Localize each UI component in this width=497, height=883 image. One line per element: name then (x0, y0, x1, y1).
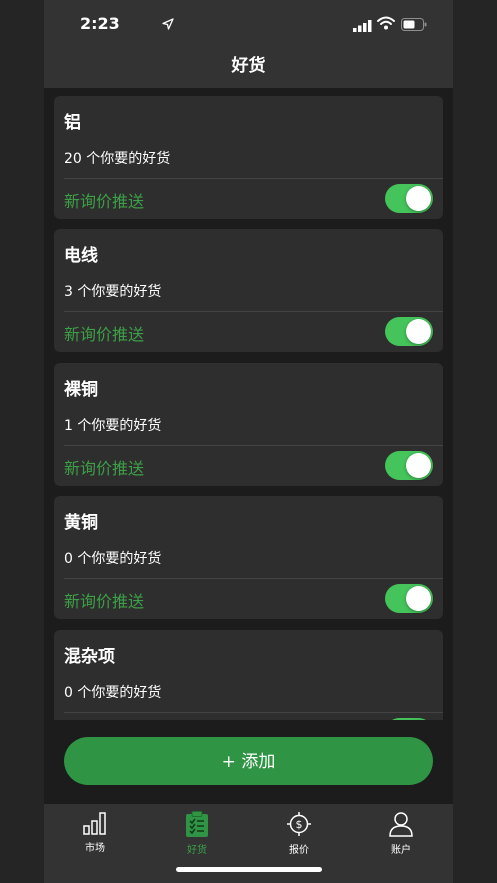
divider (64, 712, 443, 713)
card-title: 混杂项 (64, 647, 115, 667)
signal-icon (353, 17, 373, 36)
page-title: 好货 (44, 46, 453, 88)
home-indicator (176, 867, 322, 872)
toggle-knob (406, 586, 431, 611)
person-icon (389, 812, 413, 837)
card-mixed[interactable]: 混杂项 0 个你要的好货 新询价推送 (54, 630, 443, 720)
bar-chart-icon (83, 812, 106, 835)
status-time: 2:23 (80, 14, 120, 33)
card-count: 0 个你要的好货 (64, 685, 162, 701)
toggle-knob (406, 186, 431, 211)
svg-text:$: $ (296, 818, 303, 831)
push-toggle[interactable] (385, 451, 433, 480)
divider (64, 311, 443, 312)
tab-goods[interactable]: 好货 (157, 808, 237, 860)
dollar-target-icon: $ (287, 812, 311, 836)
card-title: 铝 (64, 113, 81, 133)
push-toggle[interactable] (385, 718, 433, 720)
tab-label: 市场 (85, 843, 105, 854)
card-count: 3 个你要的好货 (64, 284, 162, 300)
card-title: 黄铜 (64, 513, 98, 533)
push-label: 新询价推送 (64, 592, 145, 611)
push-toggle[interactable] (385, 317, 433, 346)
tab-label: 好货 (187, 845, 207, 856)
status-bar: 2:23 (44, 0, 453, 46)
divider (64, 578, 443, 579)
divider (64, 178, 443, 179)
toggle-knob (406, 319, 431, 344)
divider (64, 445, 443, 446)
card-count: 1 个你要的好货 (64, 418, 162, 434)
push-label: 新询价推送 (64, 192, 145, 211)
card-title: 裸铜 (64, 380, 98, 400)
card-bare-copper[interactable]: 裸铜 1 个你要的好货 新询价推送 (54, 363, 443, 486)
tab-quote[interactable]: $ 报价 (259, 808, 339, 860)
card-wire[interactable]: 电线 3 个你要的好货 新询价推送 (54, 229, 443, 352)
card-brass[interactable]: 黄铜 0 个你要的好货 新询价推送 (54, 496, 443, 619)
push-toggle[interactable] (385, 584, 433, 613)
tab-label: 报价 (289, 845, 309, 856)
clipboard-icon (186, 811, 208, 837)
tab-market[interactable]: 市场 (55, 808, 135, 860)
card-aluminum[interactable]: 铝 20 个你要的好货 新询价推送 (54, 96, 443, 219)
push-label: 新询价推送 (64, 459, 145, 478)
tab-label: 账户 (391, 845, 411, 856)
location-arrow-icon (162, 15, 174, 34)
card-count: 20 个你要的好货 (64, 151, 171, 167)
add-button[interactable]: + 添加 (64, 737, 433, 785)
card-list: 铝 20 个你要的好货 新询价推送 电线 3 个你要的好货 新询价推送 裸铜 1… (54, 96, 443, 720)
phone-screen: 2:23 好货 铝 20 个你要的好货 新询价推送 电线 3 个你要的好货 新询… (44, 0, 453, 883)
wifi-icon (377, 15, 395, 34)
card-title: 电线 (64, 246, 98, 266)
push-toggle[interactable] (385, 184, 433, 213)
card-count: 0 个你要的好货 (64, 551, 162, 567)
battery-icon (401, 16, 427, 35)
push-label: 新询价推送 (64, 325, 145, 344)
toggle-knob (406, 453, 431, 478)
tab-account[interactable]: 账户 (361, 808, 441, 860)
